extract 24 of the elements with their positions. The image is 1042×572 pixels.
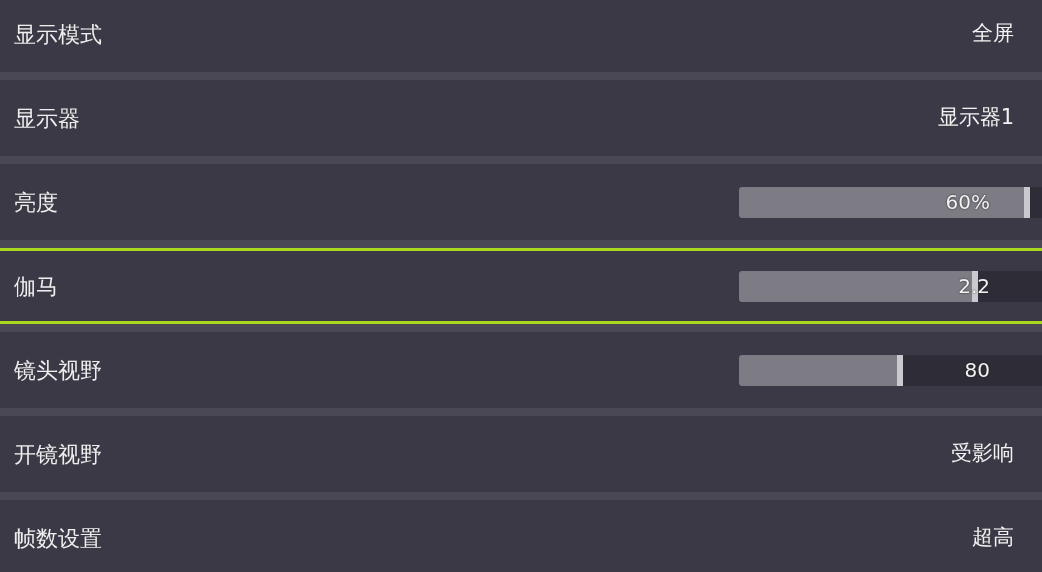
setting-label: 开镜视野 (14, 440, 102, 469)
setting-label: 显示器 (14, 104, 80, 133)
settings-row[interactable]: 开镜视野 受影响 (0, 416, 1042, 492)
slider-reading: 60% (945, 188, 990, 216)
slider-reading: 2.2 (958, 272, 990, 300)
setting-label: 显示模式 (14, 20, 102, 49)
setting-label: 亮度 (14, 188, 58, 217)
setting-label: 帧数设置 (14, 524, 102, 553)
settings-row[interactable]: 亮度 60% (0, 164, 1042, 240)
settings-row[interactable]: 伽马 2.2 (0, 248, 1042, 324)
settings-row[interactable]: 帧数设置 超高 (0, 500, 1042, 572)
option-value[interactable]: 显示器1 (937, 102, 1014, 134)
settings-row[interactable]: 镜头视野 80 (0, 332, 1042, 408)
slider-track[interactable]: 80 (739, 354, 1042, 386)
slider-track[interactable]: 60% (739, 186, 1042, 218)
slider-track[interactable]: 2.2 (739, 270, 1042, 302)
settings-row[interactable]: 显示模式 全屏 (0, 0, 1042, 72)
option-value[interactable]: 受影响 (951, 438, 1014, 470)
slider-reading: 80 (964, 356, 990, 384)
setting-label: 镜头视野 (14, 356, 102, 385)
option-value[interactable]: 全屏 (972, 18, 1014, 50)
setting-label: 伽马 (14, 272, 58, 301)
option-value[interactable]: 超高 (972, 522, 1014, 554)
settings-row[interactable]: 显示器 显示器1 (0, 80, 1042, 156)
